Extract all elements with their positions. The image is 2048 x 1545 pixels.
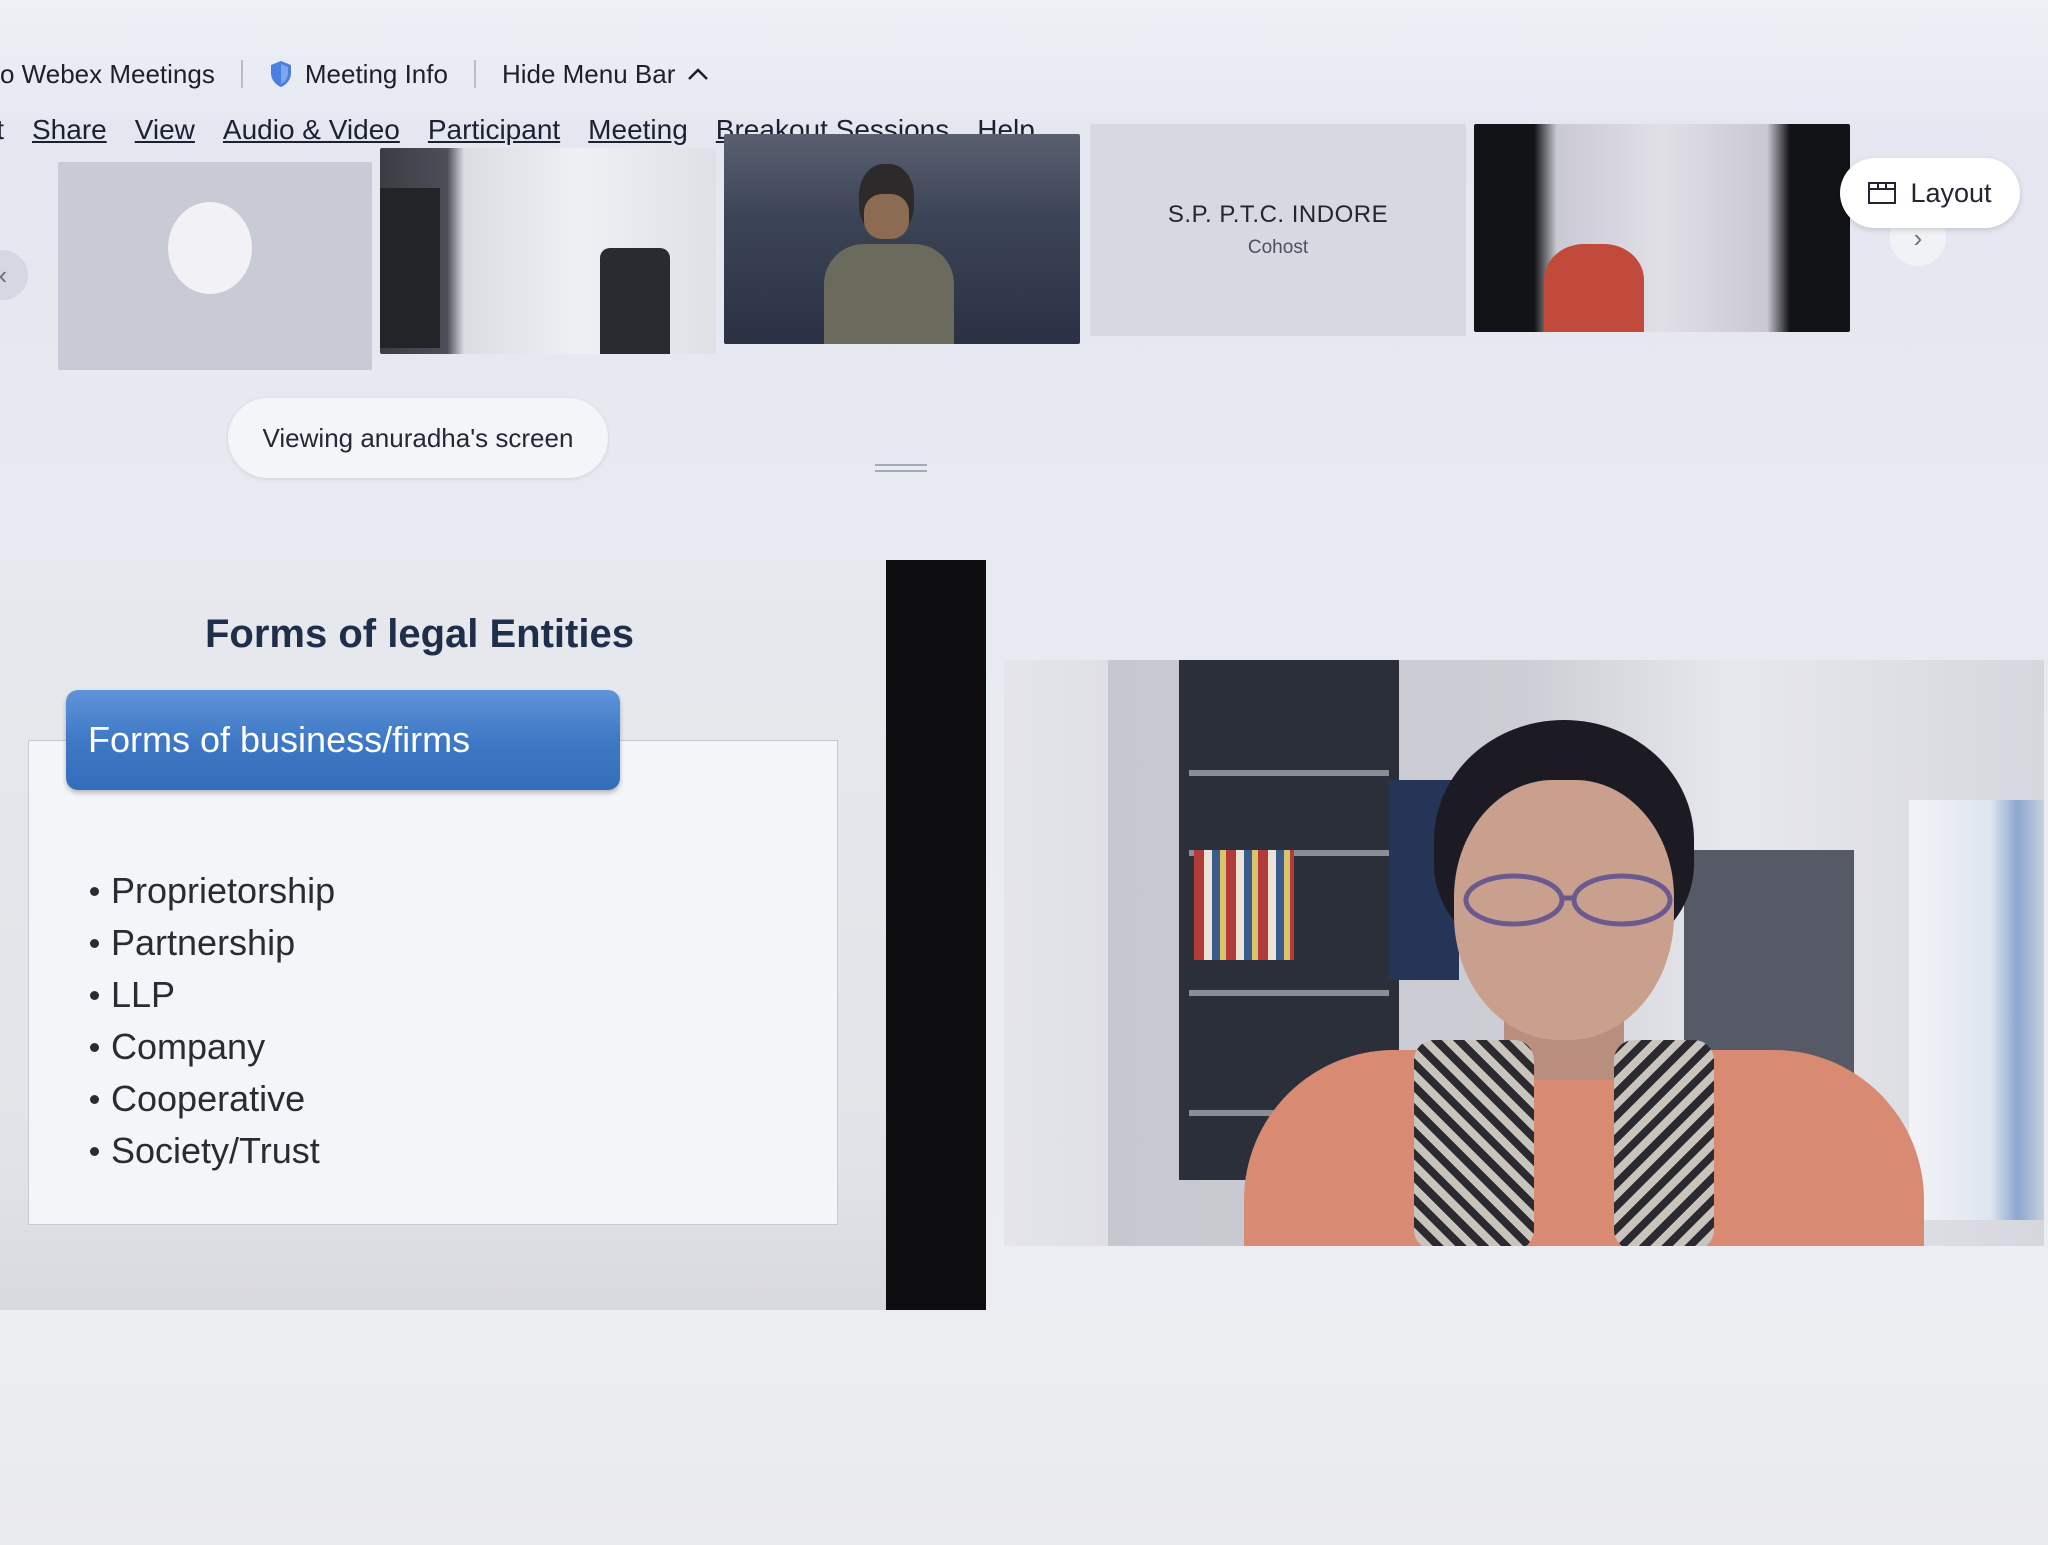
- title-separator: [240, 60, 243, 88]
- participant-tile-3[interactable]: [724, 134, 1080, 344]
- app-name: o Webex Meetings: [0, 58, 215, 89]
- chevron-left-icon[interactable]: ‹: [0, 250, 28, 300]
- participant-tile-4[interactable]: S.P. P.T.C. INDORE Cohost: [1090, 124, 1466, 336]
- shield-icon: [270, 61, 291, 87]
- title-separator: [473, 60, 476, 88]
- viewing-screen-indicator: Viewing anuradha's screen: [228, 398, 608, 478]
- participant-strip: ‹ S.P. P.T.C. INDORE Cohost ›: [0, 120, 2048, 472]
- video-person-face: [864, 194, 909, 239]
- list-item: Partnership: [90, 917, 335, 969]
- bullet-dot: [90, 990, 99, 1000]
- participant-tile-2[interactable]: [380, 148, 716, 354]
- bullet-text: Proprietorship: [111, 870, 336, 911]
- video-chair-left: [380, 188, 440, 348]
- bullet-text: Partnership: [111, 922, 296, 963]
- layout-label: Layout: [1910, 177, 1992, 208]
- list-item: LLP: [90, 969, 335, 1021]
- presenter-scarf-left: [1414, 1040, 1534, 1246]
- video-person: [814, 164, 964, 344]
- viewing-screen-label: Viewing anuradha's screen: [262, 422, 574, 453]
- hide-menu-bar-label: Hide Menu Bar: [501, 58, 676, 89]
- participant-role: Cohost: [1247, 237, 1309, 258]
- bullet-text: Cooperative: [111, 1078, 306, 1119]
- video-window: [1909, 800, 2044, 1220]
- slide-section-header: Forms of business/firms: [66, 690, 620, 790]
- video-chair: [600, 248, 670, 354]
- grip-line: [875, 470, 927, 472]
- list-item: Society/Trust: [90, 1125, 335, 1177]
- avatar: [168, 202, 252, 294]
- participant-tile-1[interactable]: [58, 162, 372, 370]
- chevron-up-icon: [688, 68, 709, 80]
- title-row: o Webex Meetings Meeting Info Hide Menu …: [0, 44, 709, 104]
- list-item: Cooperative: [90, 1073, 335, 1125]
- participant-name: S.P. P.T.C. INDORE: [1167, 201, 1389, 228]
- meeting-info-label: Meeting Info: [304, 58, 448, 89]
- bullet-text: LLP: [111, 974, 176, 1015]
- layout-grid-icon: [1868, 182, 1897, 204]
- grip-line: [875, 464, 927, 466]
- top-bar: o Webex Meetings Meeting Info Hide Menu …: [0, 0, 2048, 145]
- layout-button[interactable]: Layout: [1840, 158, 2020, 228]
- presenter-scarf-right: [1614, 1040, 1714, 1246]
- presenter-video[interactable]: [1004, 660, 2044, 1246]
- bottom-empty-area: [0, 1310, 2048, 1545]
- bullet-dot: [90, 1094, 99, 1104]
- video-red-object: [1544, 244, 1644, 332]
- slide-title: Forms of legal Entities: [205, 612, 634, 656]
- meeting-info-button[interactable]: Meeting Info: [269, 59, 448, 90]
- slide-section-label: Forms of business/firms: [88, 719, 471, 760]
- bullet-dot: [90, 886, 99, 896]
- screen-letterbox-bar: [886, 560, 986, 1315]
- slide-bullet-list: Proprietorship Partnership LLP Company C…: [90, 865, 335, 1177]
- bullet-text: Company: [111, 1026, 266, 1067]
- hide-menu-bar-button[interactable]: Hide Menu Bar: [502, 59, 709, 90]
- bullet-dot: [90, 1042, 99, 1052]
- bullet-text: Society/Trust: [111, 1130, 320, 1171]
- list-item: Proprietorship: [90, 865, 335, 917]
- video-person-body: [824, 244, 954, 344]
- video-presenter: [1164, 720, 1924, 1246]
- resize-grip[interactable]: [875, 464, 927, 476]
- list-item: Company: [90, 1021, 335, 1073]
- participant-tile-5[interactable]: [1474, 124, 1850, 332]
- presenter-glasses: [1463, 873, 1673, 927]
- webex-meeting-window: o Webex Meetings Meeting Info Hide Menu …: [0, 0, 2048, 1545]
- bullet-dot: [90, 1146, 99, 1156]
- bullet-dot: [90, 938, 99, 948]
